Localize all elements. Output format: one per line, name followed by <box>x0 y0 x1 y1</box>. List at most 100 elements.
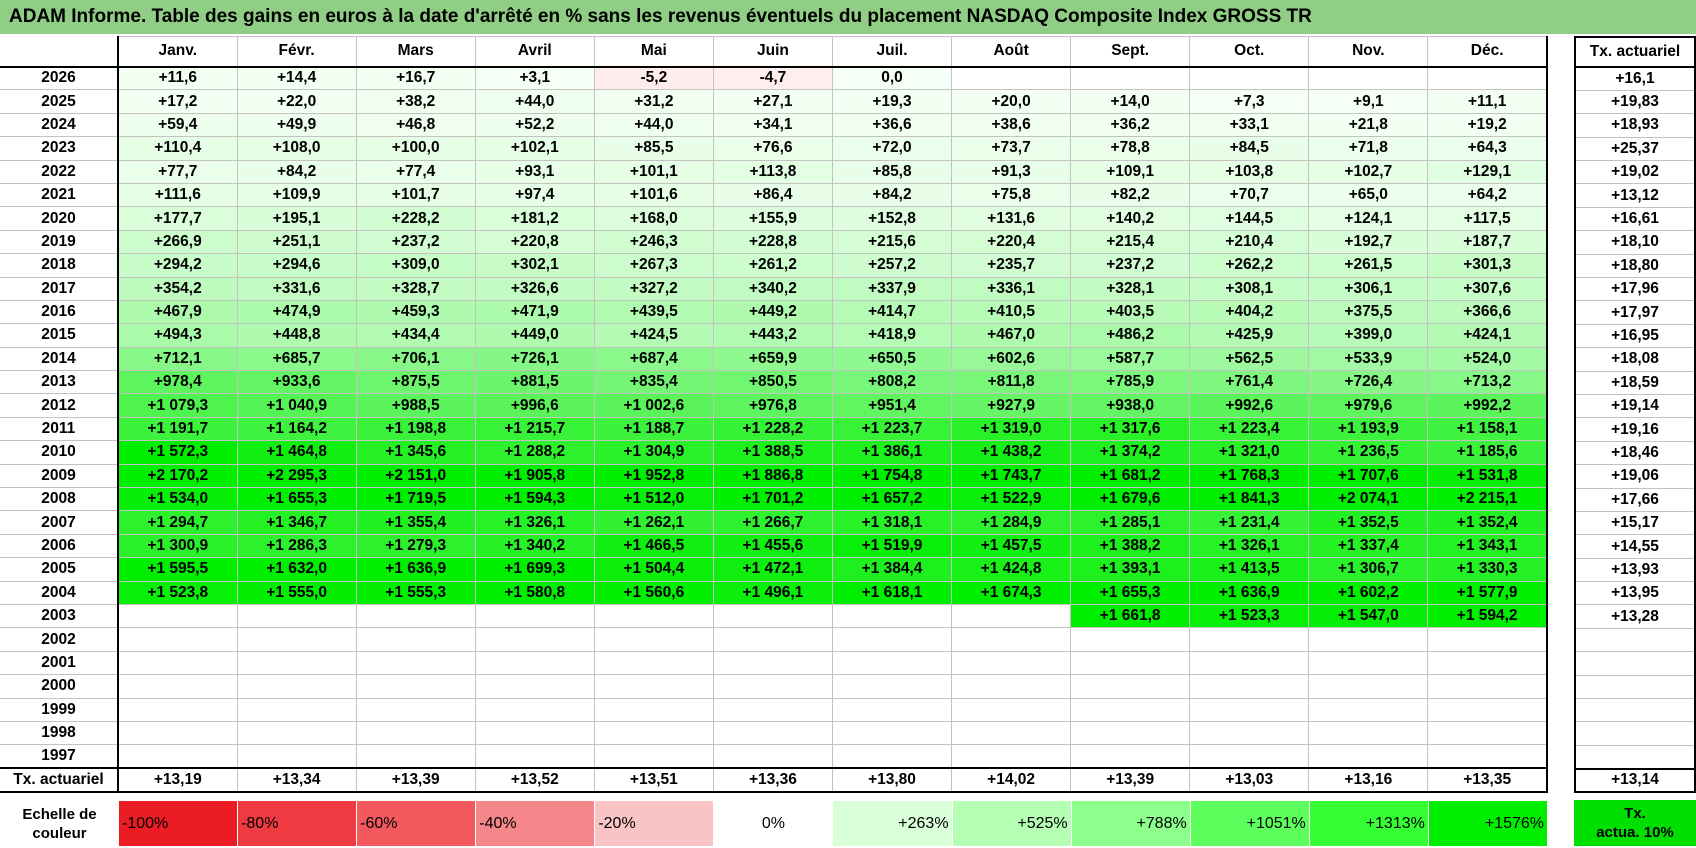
year-label: 2015 <box>0 323 119 348</box>
gain-cell: +117,5 <box>1427 206 1549 231</box>
gain-cell <box>474 674 595 699</box>
gain-cell <box>1308 674 1429 699</box>
gain-cell <box>712 697 833 722</box>
gain-cell: +1 262,1 <box>593 510 714 535</box>
gain-cell: +2 151,0 <box>355 463 476 489</box>
tx-value <box>1574 721 1696 746</box>
gain-cell: +85,5 <box>593 136 714 161</box>
color-scale-legend: Echelle de couleur -100% -80% -60% -40% -20% 0%… <box>0 800 1549 847</box>
gain-cell: +443,2 <box>712 323 833 348</box>
table-row: 2013 +978,4 +933,6 +875,5 +881,5 +835,4 +850,5… <box>0 370 1549 395</box>
gain-cell: +266,9 <box>117 229 238 255</box>
gain-cell: +328,1 <box>1070 276 1191 301</box>
gain-cell <box>474 627 595 652</box>
gain-cell: +84,2 <box>831 182 953 208</box>
gain-cell: +78,8 <box>1070 136 1191 161</box>
gain-cell: +235,7 <box>951 253 1072 278</box>
gain-cell: +1 374,2 <box>1070 440 1191 465</box>
gain-cell: +1 661,8 <box>1070 603 1191 629</box>
gain-cell: +308,1 <box>1189 276 1310 301</box>
tx-row: +19,14 <box>1574 393 1696 419</box>
table-row: 2019 +266,9 +251,1 +237,2 +220,8 +246,3 +228,8… <box>0 229 1549 255</box>
color-scale-label: Echelle de couleur <box>0 800 119 847</box>
gain-cell: +76,6 <box>712 136 833 161</box>
month-header-2: Févr. <box>236 36 357 68</box>
tx-legend-line2: actua. 10% <box>1596 824 1674 841</box>
tx-value: +19,16 <box>1574 417 1696 442</box>
gain-cell: +1 560,6 <box>593 580 714 605</box>
gain-cell: +1 188,7 <box>593 416 714 442</box>
gain-cell: +410,5 <box>951 299 1072 325</box>
month-header-9: Sept. <box>1070 36 1191 68</box>
gain-cell: +9,1 <box>1308 89 1429 114</box>
gain-cell: +1 318,1 <box>831 510 953 535</box>
tx-legend-line1: Tx. <box>1624 805 1646 822</box>
gain-cell <box>474 744 595 769</box>
gain-cell: +20,0 <box>951 89 1072 114</box>
gain-cell: +85,8 <box>831 159 953 184</box>
gain-cell <box>1308 650 1429 676</box>
gain-cell: +467,0 <box>951 323 1072 348</box>
gain-cell <box>831 697 953 722</box>
gain-cell <box>951 650 1072 676</box>
gain-cell: +220,8 <box>474 229 595 255</box>
gain-cell: +1 632,0 <box>236 557 357 582</box>
tx-row: +19,16 <box>1574 417 1696 442</box>
gain-cell <box>1189 627 1310 652</box>
gain-cell <box>1308 720 1429 746</box>
gain-cell: +726,1 <box>474 346 595 372</box>
gain-cell: +1 657,2 <box>831 487 953 512</box>
gain-cell: +34,1 <box>712 112 833 138</box>
gain-cell: +21,8 <box>1308 112 1429 138</box>
gain-cell: +228,8 <box>712 229 833 255</box>
average-row: Tx. actuariel +13,19 +13,34 +13,39 +13,52 +13… <box>0 767 1549 793</box>
gain-cell: +177,7 <box>117 206 238 231</box>
gain-cell: +1 531,8 <box>1427 463 1549 489</box>
gain-cell <box>593 697 714 722</box>
gain-cell: +449,0 <box>474 323 595 348</box>
gain-cell: +309,0 <box>355 253 476 278</box>
gain-cell <box>951 627 1072 652</box>
gain-cell: +399,0 <box>1308 323 1429 348</box>
gain-cell: +294,2 <box>117 253 238 278</box>
table-row: 2007 +1 294,7 +1 346,7 +1 355,4 +1 326,1 +1 2… <box>0 510 1549 535</box>
gain-cell: +1 636,9 <box>1189 580 1310 605</box>
table-header-row: Janv. Févr. Mars Avril Mai Juin Juil. Août Sept.… <box>0 36 1549 68</box>
gain-cell: +331,6 <box>236 276 357 301</box>
tx-row: +18,10 <box>1574 230 1696 255</box>
gain-cell <box>951 744 1072 769</box>
year-label: 2003 <box>0 603 119 629</box>
gain-cell: +1 386,1 <box>831 440 953 465</box>
gain-cell: +31,2 <box>593 89 714 114</box>
gain-cell <box>593 650 714 676</box>
gain-cell: +109,9 <box>236 182 357 208</box>
year-label: 2026 <box>0 65 119 91</box>
tx-value: +18,59 <box>1574 370 1696 395</box>
gain-cell: +246,3 <box>593 229 714 255</box>
tx-value: +14,55 <box>1574 534 1696 559</box>
gain-cell: +1 681,2 <box>1070 463 1191 489</box>
gain-cell <box>593 627 714 652</box>
gain-cell: +1 079,3 <box>117 393 238 418</box>
tx-row: +17,97 <box>1574 300 1696 325</box>
gain-cell: +36,2 <box>1070 112 1191 138</box>
table-row: 2011 +1 191,7 +1 164,2 +1 198,8 +1 215,7 +1 1… <box>0 416 1549 442</box>
gain-cell: +1 534,0 <box>117 487 238 512</box>
gain-cell: +52,2 <box>474 112 595 138</box>
average-cell: +14,02 <box>951 767 1072 793</box>
table-row: 2012 +1 079,3 +1 040,9 +988,5 +996,6 +1 002,6… <box>0 393 1549 418</box>
month-header-12: Déc. <box>1427 36 1549 68</box>
year-label: 2023 <box>0 136 119 161</box>
gain-cell: +65,0 <box>1308 182 1429 208</box>
gain-cell: +101,7 <box>355 182 476 208</box>
gain-cell: +64,3 <box>1427 136 1549 161</box>
average-row-label: Tx. actuariel <box>0 767 119 793</box>
table-row: 2006 +1 300,9 +1 286,3 +1 279,3 +1 340,2 +1 4… <box>0 533 1549 559</box>
tx-value: +13,93 <box>1574 557 1696 583</box>
gain-cell <box>474 697 595 722</box>
gain-cell: +1 345,6 <box>355 440 476 465</box>
gain-cell: +44,0 <box>593 112 714 138</box>
year-label: 2024 <box>0 112 119 138</box>
year-label: 2021 <box>0 182 119 208</box>
year-label: 2019 <box>0 229 119 255</box>
